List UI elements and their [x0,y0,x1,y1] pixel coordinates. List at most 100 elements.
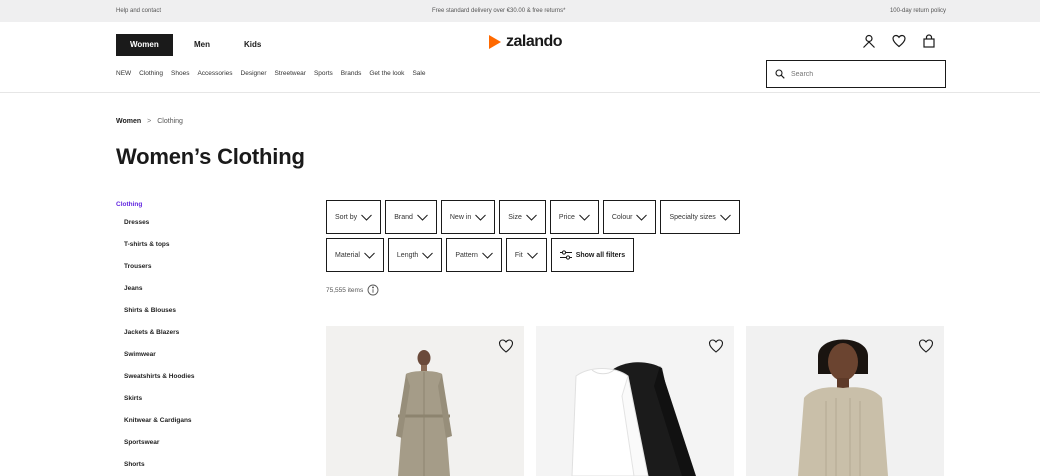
header-actions [862,34,936,48]
filter-label: Length [396,251,419,259]
gender-tab-kids[interactable]: Kids [244,34,261,56]
filter-label: Material [335,251,360,259]
filter-label: Price [558,213,575,221]
filter-brand[interactable]: Brand [385,200,437,234]
filter-label: Fit [514,251,523,259]
filter-label: Colour [611,213,633,221]
breadcrumb-separator: > [147,118,152,125]
sidebar-item-jackets-blazers[interactable]: Jackets & Blazers [116,327,194,349]
account-icon[interactable] [862,34,876,48]
info-icon[interactable] [367,284,379,296]
nav-item-get-the-look[interactable]: Get the look [369,70,404,77]
chevron-down-icon [364,252,375,259]
product-image-knit-sweater [746,326,944,476]
filter-row-2: Material Length Pattern Fit Show all fil… [326,238,906,272]
product-card[interactable] [746,326,944,476]
product-card[interactable] [326,326,524,476]
show-all-filters-label: Show all filters [575,251,626,259]
filter-specialty-sizes[interactable]: Specialty sizes [660,200,740,234]
search-input[interactable] [791,70,931,78]
sidebar-item-knitwear-cardigans[interactable]: Knitwear & Cardigans [116,415,194,437]
top-info-bar: Help and contact Free standard delivery … [0,0,1040,22]
filter-size[interactable]: Size [499,200,546,234]
nav-item-shoes[interactable]: Shoes [171,70,189,77]
sidebar-item-dresses[interactable]: Dresses [116,217,194,239]
breadcrumb: Women > Clothing [116,118,183,125]
help-contact-link[interactable]: Help and contact [116,8,161,14]
sidebar-item-shirts-blouses[interactable]: Shirts & Blouses [116,305,194,327]
sidebar-item-shorts[interactable]: Shorts [116,459,194,476]
chevron-down-icon [579,214,590,221]
page-title: Women’s Clothing [116,144,305,169]
category-sidebar: Clothing Dresses T-shirts & tops Trouser… [116,201,194,476]
nav-item-accessories[interactable]: Accessories [197,70,232,77]
logo-text: zalando [506,33,563,50]
nav-item-sale[interactable]: Sale [412,70,425,77]
header-divider [0,92,1040,93]
wishlist-heart-icon[interactable] [706,336,726,356]
filter-sort-by[interactable]: Sort by [326,200,382,234]
nav-item-new[interactable]: NEW [116,70,131,77]
filter-price[interactable]: Price [549,200,599,234]
shopping-bag-icon[interactable] [922,34,936,48]
sidebar-heading-clothing[interactable]: Clothing [116,201,194,208]
product-image-trench-coat [326,326,524,476]
filter-label: Sort by [335,213,358,221]
sidebar-item-trousers[interactable]: Trousers [116,261,194,283]
sidebar-item-skirts[interactable]: Skirts [116,393,194,415]
filter-material[interactable]: Material [326,238,384,272]
filter-label: Specialty sizes [669,213,716,221]
nav-item-sports[interactable]: Sports [314,70,333,77]
chevron-down-icon [636,214,648,221]
show-all-filters-button[interactable]: Show all filters [550,238,635,272]
filter-new-in[interactable]: New in [440,200,496,234]
sidebar-item-sweatshirts-hoodies[interactable]: Sweatshirts & Hoodies [116,371,194,393]
chevron-down-icon [526,214,537,221]
filter-row-1: Sort by Brand New in Size Price Colour S… [326,200,906,234]
results-count: 75,555 items [326,284,379,296]
search-icon [775,69,785,79]
filter-bar: Sort by Brand New in Size Price Colour S… [326,200,906,276]
filter-pattern[interactable]: Pattern [446,238,502,272]
chevron-down-icon [475,214,487,221]
logo-mark-icon [488,35,502,49]
nav-item-clothing[interactable]: Clothing [139,70,163,77]
breadcrumb-clothing: Clothing [157,118,183,125]
delivery-banner: Free standard delivery over €30.00 & fre… [432,8,566,14]
wishlist-heart-icon[interactable] [892,34,906,48]
product-image-long-sleeve-tops [536,326,734,476]
chevron-down-icon [482,252,493,259]
wishlist-heart-icon[interactable] [496,336,516,356]
breadcrumb-women[interactable]: Women [116,118,141,125]
filter-label: New in [449,213,472,221]
gender-tab-men[interactable]: Men [194,34,210,56]
filter-length[interactable]: Length [387,238,443,272]
nav-item-streetwear[interactable]: Streetwear [275,70,306,77]
filter-fit[interactable]: Fit [505,238,547,272]
product-grid [326,326,944,476]
chevron-down-icon [417,214,428,221]
zalando-logo[interactable]: zalando [488,32,563,52]
sidebar-item-swimwear[interactable]: Swimwear [116,349,194,371]
chevron-down-icon [719,214,731,221]
filter-label: Brand [394,213,413,221]
sidebar-item-sportswear[interactable]: Sportswear [116,437,194,459]
chevron-down-icon [361,214,373,221]
filter-colour[interactable]: Colour [602,200,657,234]
filter-label: Size [508,213,522,221]
header: Women Men Kids zalando [0,22,1040,62]
nav-item-brands[interactable]: Brands [341,70,362,77]
nav-item-designer[interactable]: Designer [241,70,267,77]
search-box[interactable] [766,60,946,88]
wishlist-heart-icon[interactable] [916,336,936,356]
results-count-text: 75,555 items [326,286,364,294]
filter-label: Pattern [455,251,478,259]
sliders-icon [559,250,572,260]
sidebar-item-jeans[interactable]: Jeans [116,283,194,305]
chevron-down-icon [422,252,434,259]
product-card[interactable] [536,326,734,476]
chevron-down-icon [526,252,538,259]
gender-tab-women[interactable]: Women [116,34,173,56]
return-policy-link[interactable]: 100-day return policy [890,8,946,14]
sidebar-item-tshirts-tops[interactable]: T-shirts & tops [116,239,194,261]
